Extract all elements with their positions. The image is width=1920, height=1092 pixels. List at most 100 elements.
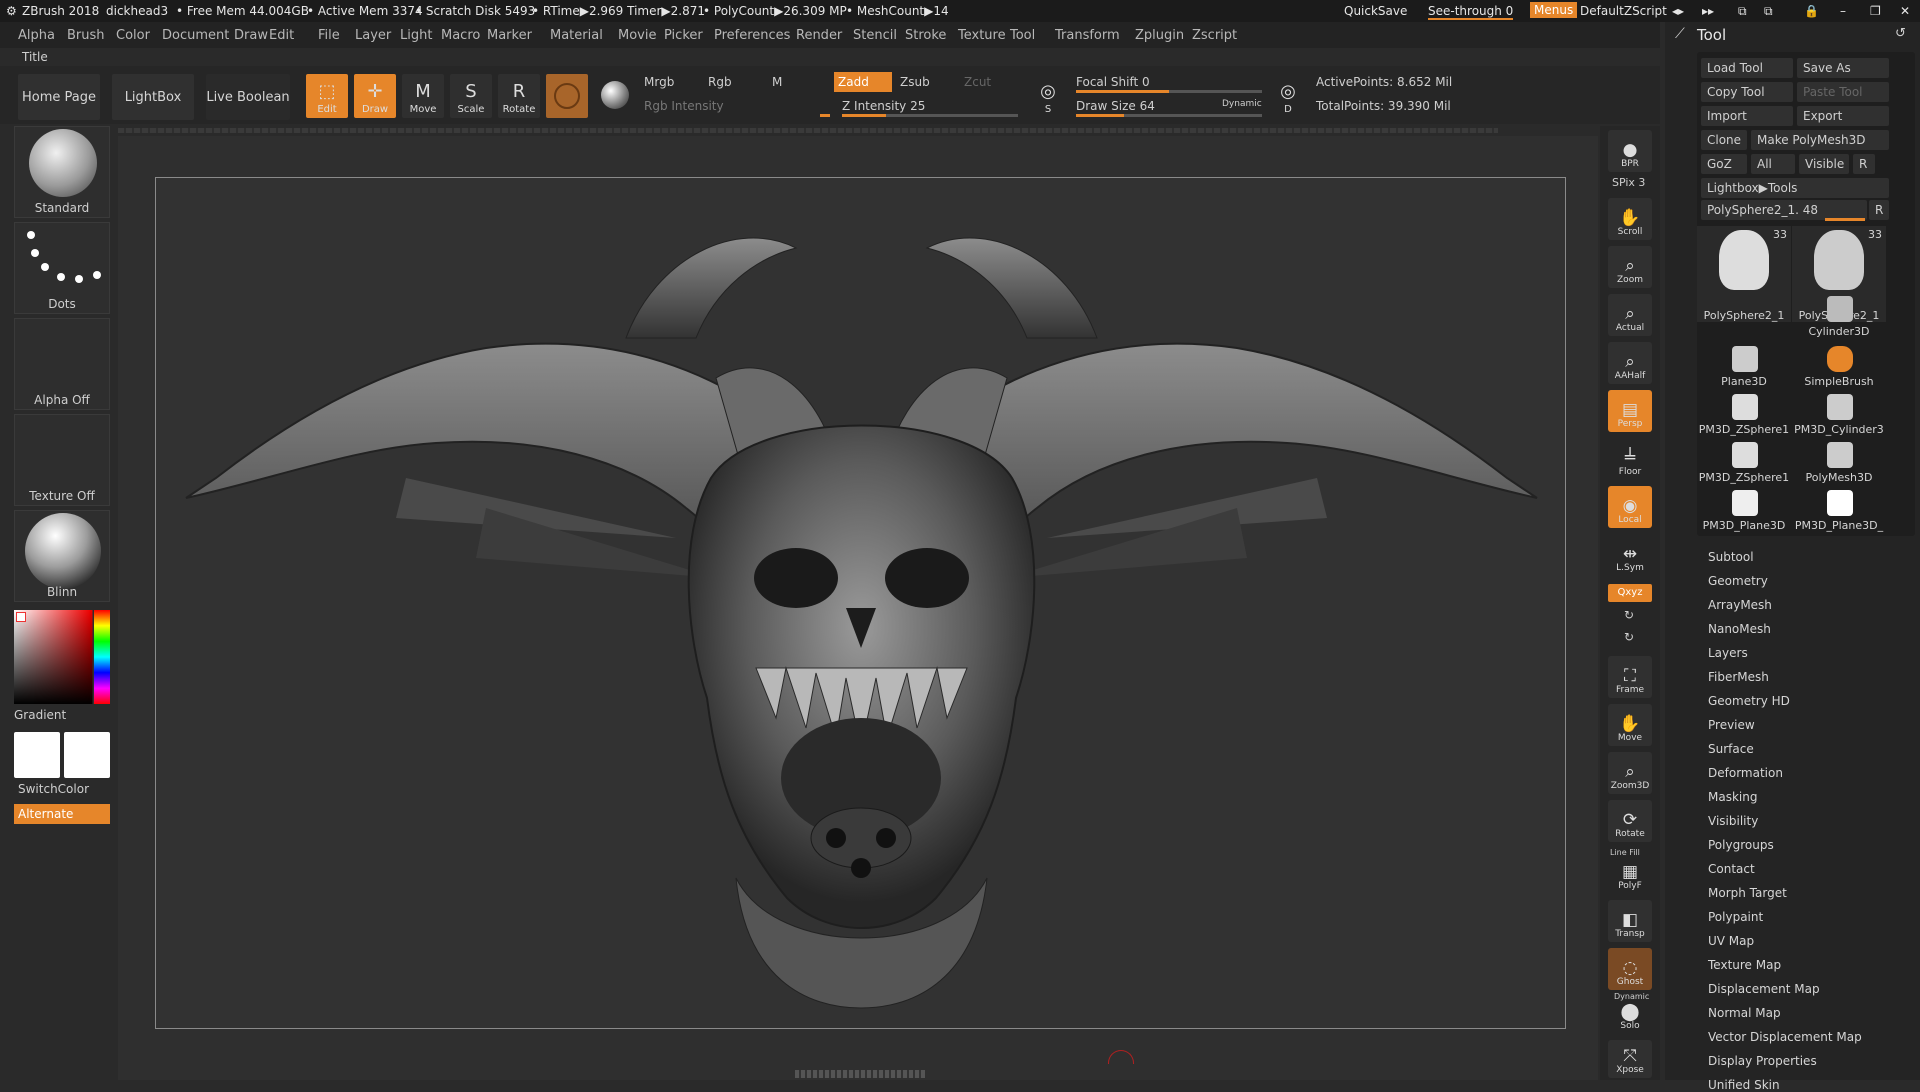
- tool-tile-9[interactable]: PM3D_Plane3D: [1697, 486, 1791, 532]
- lazy-mouse-d-icon[interactable]: ◎ D: [1270, 74, 1306, 118]
- mrgb-button[interactable]: Mrgb: [640, 72, 700, 92]
- scroll-button[interactable]: ✋ Scroll: [1608, 198, 1652, 240]
- zoom-button[interactable]: ⌕ Zoom: [1608, 246, 1652, 288]
- tool-tile-7[interactable]: PM3D_ZSphere1: [1697, 438, 1791, 484]
- zsub-button[interactable]: Zsub: [896, 72, 956, 92]
- tool-menu-nanomesh[interactable]: NanoMesh: [1708, 622, 1771, 636]
- xyz-button[interactable]: Qxyz: [1608, 584, 1652, 602]
- menu-movie[interactable]: Movie: [618, 28, 656, 43]
- color-picker[interactable]: [14, 610, 110, 704]
- menu-file[interactable]: File: [318, 28, 340, 43]
- menu-zplugin[interactable]: Zplugin: [1135, 28, 1184, 43]
- tool-tile-5[interactable]: PM3D_ZSphere1: [1697, 390, 1791, 436]
- rotate-button[interactable]: R Rotate: [498, 74, 540, 118]
- menu-layer[interactable]: Layer: [355, 28, 391, 43]
- tool-menu-masking[interactable]: Masking: [1708, 790, 1757, 804]
- tool-tile-0[interactable]: 33 PolySphere2_1: [1697, 226, 1791, 322]
- bpr-button[interactable]: ● BPR: [1608, 130, 1652, 172]
- current-tool-slider[interactable]: PolySphere2_1. 48: [1701, 200, 1867, 220]
- tool-menu-normal-map[interactable]: Normal Map: [1708, 1006, 1781, 1020]
- primary-color-swatch[interactable]: [16, 612, 26, 622]
- menu-draw[interactable]: Draw: [234, 28, 268, 43]
- tool-menu-layers[interactable]: Layers: [1708, 646, 1748, 660]
- paste-tool-button[interactable]: Paste Tool: [1797, 82, 1889, 102]
- aahalf-button[interactable]: ⌕ AAHalf: [1608, 342, 1652, 384]
- tool-menu-surface[interactable]: Surface: [1708, 742, 1754, 756]
- tool-menu-geometry[interactable]: Geometry: [1708, 574, 1768, 588]
- menu-document[interactable]: Document: [162, 28, 229, 43]
- alpha-off-button[interactable]: Alpha Off: [14, 318, 110, 410]
- brush-standard-button[interactable]: Standard: [14, 126, 110, 218]
- dynamic-toggle[interactable]: Dynamic: [1218, 94, 1268, 114]
- menu-edit[interactable]: Edit: [269, 28, 294, 43]
- tool-tile-8[interactable]: PolyMesh3D: [1792, 438, 1886, 484]
- tool-menu-preview[interactable]: Preview: [1708, 718, 1755, 732]
- menus-button[interactable]: Menus: [1530, 2, 1578, 18]
- ghost-button[interactable]: ◌ Ghost: [1608, 948, 1652, 990]
- tool-menu-displacement-map[interactable]: Displacement Map: [1708, 982, 1820, 996]
- window2-icon[interactable]: ⧉: [1764, 4, 1773, 19]
- clone-button[interactable]: Clone: [1701, 130, 1747, 150]
- menu-brush[interactable]: Brush: [67, 28, 105, 43]
- lazy-mouse-s-icon[interactable]: ◎ S: [1030, 74, 1066, 118]
- rotate-z-icon[interactable]: ↻: [1624, 630, 1634, 644]
- tool-menu-geometry-hd[interactable]: Geometry HD: [1708, 694, 1790, 708]
- floor-button[interactable]: ╧ Floor: [1608, 438, 1652, 480]
- switchcolor-button[interactable]: SwitchColor: [18, 782, 89, 796]
- material-blinn-button[interactable]: Blinn: [14, 510, 110, 602]
- layout2-icon[interactable]: ▸▸: [1702, 4, 1714, 18]
- goz-visible-button[interactable]: Visible: [1799, 154, 1849, 174]
- persp-button[interactable]: ▤ Persp: [1608, 390, 1652, 432]
- scale-button[interactable]: S Scale: [450, 74, 492, 118]
- load-tool-button[interactable]: Load Tool: [1701, 58, 1793, 78]
- lightbox-tools-button[interactable]: Lightbox▶Tools: [1701, 178, 1889, 198]
- tool-menu-deformation[interactable]: Deformation: [1708, 766, 1783, 780]
- material-sphere-button[interactable]: [546, 74, 588, 118]
- solo-button[interactable]: ⬤ Solo: [1608, 1002, 1652, 1034]
- goz-all-button[interactable]: All: [1751, 154, 1795, 174]
- rotate-y-icon[interactable]: ↻: [1624, 608, 1634, 622]
- z-intensity-track[interactable]: [842, 114, 1018, 117]
- tool-menu-contact[interactable]: Contact: [1708, 862, 1755, 876]
- zoom3d-button[interactable]: ⌕ Zoom3D: [1608, 752, 1652, 794]
- tool-menu-display-properties[interactable]: Display Properties: [1708, 1054, 1817, 1068]
- menu-material[interactable]: Material: [550, 28, 603, 43]
- alternate-button[interactable]: Alternate: [14, 804, 110, 824]
- quicksave-button[interactable]: QuickSave: [1344, 4, 1407, 18]
- tool-menu-subtool[interactable]: Subtool: [1708, 550, 1754, 564]
- zadd-button[interactable]: Zadd: [834, 72, 892, 92]
- m-button[interactable]: M: [768, 72, 828, 92]
- polyf-button[interactable]: ▦ PolyF: [1608, 858, 1652, 894]
- home-page-button[interactable]: Home Page: [18, 74, 100, 120]
- frame-button[interactable]: ⛶ Frame: [1608, 656, 1652, 698]
- goz-button[interactable]: GoZ: [1701, 154, 1747, 174]
- palette-refresh-icon[interactable]: ↺: [1895, 26, 1906, 41]
- menu-marker[interactable]: Marker: [487, 28, 532, 43]
- layout-icon[interactable]: ◂▸: [1672, 4, 1684, 18]
- transp-button[interactable]: ◧ Transp: [1608, 900, 1652, 942]
- document-canvas[interactable]: [155, 177, 1566, 1029]
- stroke-dots-button[interactable]: Dots: [14, 222, 110, 314]
- tool-menu-arraymesh[interactable]: ArrayMesh: [1708, 598, 1772, 612]
- bottom-tray-handle[interactable]: [795, 1070, 925, 1078]
- tool-tile-2[interactable]: Cylinder3D: [1792, 292, 1886, 338]
- tool-pin-icon[interactable]: ⟋: [1675, 26, 1685, 42]
- tool-menu-morph-target[interactable]: Morph Target: [1708, 886, 1787, 900]
- tool-menu-uv-map[interactable]: UV Map: [1708, 934, 1754, 948]
- spix-slider[interactable]: SPix 3: [1612, 176, 1645, 189]
- edit-button[interactable]: ⬚ Edit: [306, 74, 348, 118]
- menu-stroke[interactable]: Stroke: [905, 28, 946, 43]
- tool-menu-vector-displacement-map[interactable]: Vector Displacement Map: [1708, 1030, 1862, 1044]
- menu-light[interactable]: Light: [400, 28, 432, 43]
- see-through-slider[interactable]: See-through 0: [1428, 4, 1514, 20]
- local-button[interactable]: ◉ Local: [1608, 486, 1652, 528]
- lsym-button[interactable]: ⇹ L.Sym: [1608, 534, 1652, 576]
- window-icon[interactable]: ⧉: [1738, 4, 1747, 19]
- tool-tile-10[interactable]: PM3D_Plane3D_: [1792, 486, 1886, 532]
- secondary-color-swatch[interactable]: [64, 732, 110, 778]
- menu-texture[interactable]: Texture: [958, 28, 1006, 43]
- move-view-button[interactable]: ✋ Move: [1608, 704, 1652, 746]
- tool-menu-polypaint[interactable]: Polypaint: [1708, 910, 1763, 924]
- color-sphere-button[interactable]: [594, 74, 636, 118]
- make-polymesh-button[interactable]: Make PolyMesh3D: [1751, 130, 1889, 150]
